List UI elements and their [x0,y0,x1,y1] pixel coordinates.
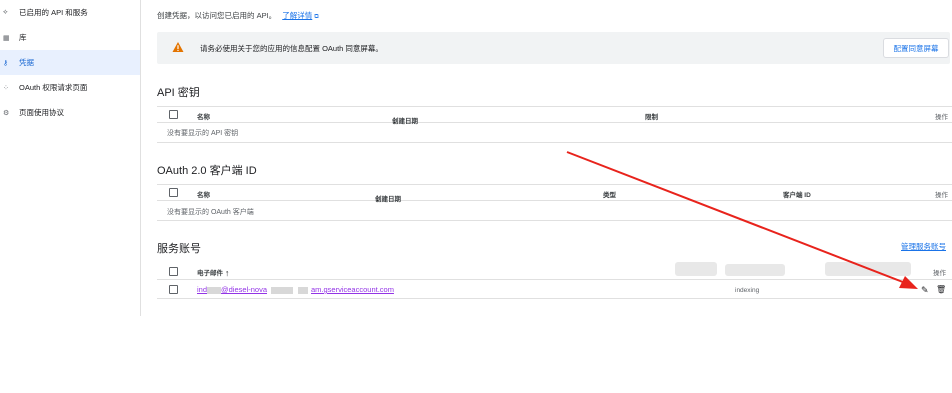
api-keys-title: API 密钥 [157,87,200,99]
column-client-id: 客户端 ID [783,192,811,199]
manage-service-accounts-link[interactable]: 管理服务账号 [901,241,946,252]
select-all-checkbox[interactable] [169,267,178,276]
oauth-table-header: 名称 创建日期 ↓ 类型 客户端 ID 操作 [157,184,952,204]
redacted-text [298,286,308,294]
sort-arrow-up-icon: ↑ [224,268,230,278]
column-actions: 操作 [933,270,946,277]
column-name[interactable]: 名称 [197,189,210,199]
email-fragment: @diesel-nova [221,285,267,294]
sort-arrow-down-icon: ↓ [375,193,380,204]
configure-consent-button[interactable]: 配置同意屏幕 [883,38,949,58]
sidebar-item-label: 凭据 [19,58,34,67]
consent-icon: ⁘ [3,84,9,92]
redacted-text [207,286,222,294]
delete-icon[interactable]: 🗑 [936,285,946,294]
table-row[interactable]: ind @diesel-nova am.gserviceaccount.com in… [157,281,952,299]
api-keys-empty: 没有要显示的 API 密钥 [167,130,239,137]
api-keys-table-header: 名称 创建日期 ↓ 限制 操作 [157,106,952,126]
settings-icon: ⚙ [3,109,10,117]
api-icon: ⟡ [3,8,8,16]
column-email-label: 电子邮件 [197,270,223,277]
select-all-checkbox[interactable] [169,188,178,197]
sidebar-item-library[interactable]: ▦ 库 [0,25,140,50]
sidebar-item-label: 库 [19,33,27,42]
sidebar-item-enabled-apis[interactable]: ⟡ 已启用的 API 和服务 [0,0,140,25]
consent-warning-banner: 请务必使用关于您的应用的信息配置 OAuth 同意屏幕。 配置同意屏幕 [157,32,950,64]
status-text: indexing [735,287,760,294]
key-icon: ⚷ [3,59,9,67]
service-account-email[interactable]: ind @diesel-nova am.gserviceaccount.com [197,285,394,294]
edit-icon[interactable]: ✎ [921,285,929,296]
sidebar-item-label: 已启用的 API 和服务 [19,8,88,17]
column-actions: 操作 [935,192,948,199]
service-accounts-title: 服务账号 [157,243,201,255]
column-restrictions: 限制 [645,114,658,121]
sidebar-item-label: 页面使用协议 [19,108,64,117]
redacted-text [271,286,293,294]
select-all-checkbox[interactable] [169,110,178,119]
column-email[interactable]: 电子邮件 ↑ [197,267,230,278]
column-name[interactable]: 名称 [197,111,210,121]
blurred-watermark [675,262,717,276]
email-fragment: ind [197,285,208,294]
warning-icon [172,42,184,52]
external-link-icon: ⧉ [314,14,319,20]
intro-text: 创建凭据，以访问您已启用的 API。 了解详情 ⧉ [157,10,319,21]
main-content: 创建凭据，以访问您已启用的 API。 了解详情 ⧉ 请务必使用关于您的应用的信息… [157,0,952,393]
library-icon: ▦ [3,34,10,42]
oauth-empty: 没有要显示的 OAuth 客户端 [167,209,254,216]
learn-more-link[interactable]: 了解详情 [282,11,312,20]
sidebar-item-page-usage[interactable]: ⚙ 页面使用协议 [0,100,140,125]
blurred-watermark [825,262,911,276]
banner-message: 请务必使用关于您的应用的信息配置 OAuth 同意屏幕。 [200,44,383,53]
blurred-watermark [725,264,785,276]
sort-arrow-down-icon: ↓ [392,115,397,126]
column-type: 类型 [603,192,616,199]
oauth-title: OAuth 2.0 客户端 ID [157,165,257,177]
intro-description: 创建凭据，以访问您已启用的 API。 [157,11,277,20]
email-fragment: am.gserviceaccount.com [311,285,394,294]
divider [157,220,952,221]
sidebar-item-oauth-consent[interactable]: ⁘ OAuth 权限请求页面 [0,75,140,100]
row-checkbox[interactable] [169,285,178,294]
column-actions: 操作 [935,114,948,121]
sidebar-item-label: OAuth 权限请求页面 [19,83,88,92]
sidebar-nav: ⟡ 已启用的 API 和服务 ▦ 库 ⚷ 凭据 ⁘ OAuth 权限请求页面 ⚙… [0,0,141,316]
sidebar-item-credentials[interactable]: ⚷ 凭据 [0,50,140,75]
divider [157,142,952,143]
